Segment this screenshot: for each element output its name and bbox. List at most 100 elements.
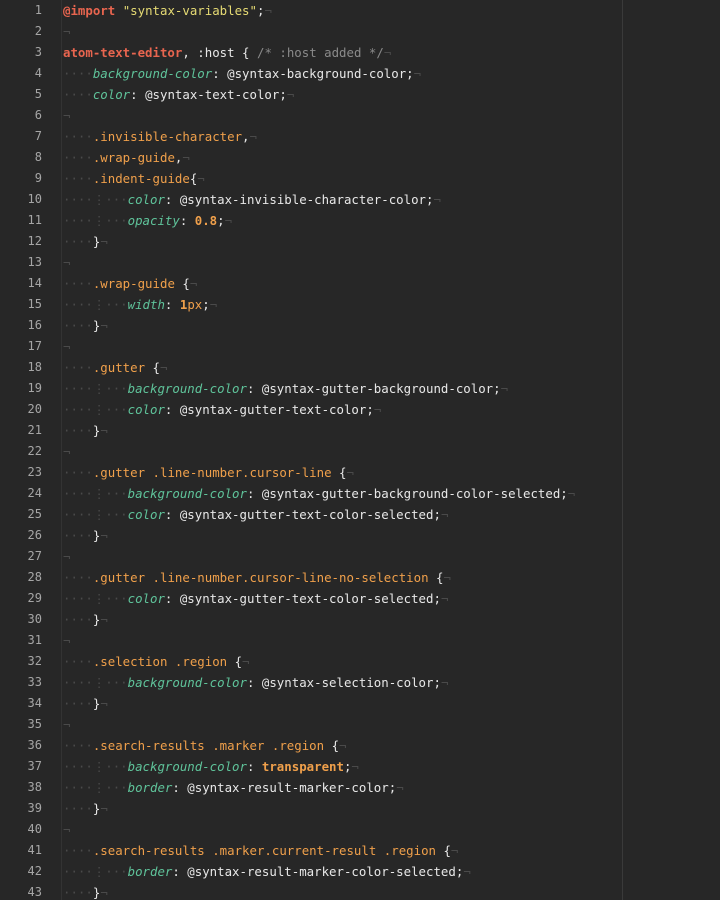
code-line[interactable]: 6 ¬ xyxy=(0,105,720,126)
line-code[interactable]: ····.selection .region {¬ xyxy=(63,651,250,672)
text-editor[interactable]: 1 @import "syntax-variables";¬ 2 ¬ 3 atom-tex… xyxy=(0,0,720,900)
line-code[interactable]: @import "syntax-variables";¬ xyxy=(63,0,272,21)
code-line[interactable]: 4 ····background-color: @syntax-backgroun… xyxy=(0,63,720,84)
line-code[interactable]: ····}¬ xyxy=(63,798,108,819)
line-code[interactable]: ····⋮···color: @syntax-gutter-text-color… xyxy=(63,588,448,609)
line-number[interactable]: 15 xyxy=(0,294,42,315)
line-number[interactable]: 34 xyxy=(0,693,42,714)
line-code[interactable]: ····.gutter {¬ xyxy=(63,357,167,378)
line-number[interactable]: 1 xyxy=(0,0,42,21)
line-number[interactable]: 14 xyxy=(0,273,42,294)
line-number[interactable]: 21 xyxy=(0,420,42,441)
line-code[interactable]: ····.wrap-guide {¬ xyxy=(63,273,197,294)
line-number[interactable]: 30 xyxy=(0,609,42,630)
code-line[interactable]: 43 ····}¬ xyxy=(0,882,720,900)
code-line[interactable]: 37 ····⋮···background-color: transparent;… xyxy=(0,756,720,777)
line-number[interactable]: 3 xyxy=(0,42,42,63)
code-line[interactable]: 9 ····.indent-guide{¬ xyxy=(0,168,720,189)
line-code[interactable]: ····.gutter .line-number.cursor-line-no-… xyxy=(63,567,451,588)
code-line[interactable]: 25 ····⋮···color: @syntax-gutter-text-col… xyxy=(0,504,720,525)
code-line[interactable]: 33 ····⋮···background-color: @syntax-sele… xyxy=(0,672,720,693)
line-code[interactable]: ¬ xyxy=(63,21,70,42)
line-number[interactable]: 37 xyxy=(0,756,42,777)
line-number[interactable]: 36 xyxy=(0,735,42,756)
line-code[interactable]: ····⋮···background-color: transparent;¬ xyxy=(63,756,359,777)
code-line[interactable]: 32 ····.selection .region {¬ xyxy=(0,651,720,672)
line-code[interactable]: ¬ xyxy=(63,105,70,126)
code-line[interactable]: 11 ····⋮···opacity: 0.8;¬ xyxy=(0,210,720,231)
line-number[interactable]: 2 xyxy=(0,21,42,42)
line-code[interactable]: atom-text-editor, :host { /* :host added… xyxy=(63,42,391,63)
line-number[interactable]: 12 xyxy=(0,231,42,252)
line-code[interactable]: ····.indent-guide{¬ xyxy=(63,168,205,189)
line-number[interactable]: 5 xyxy=(0,84,42,105)
line-number[interactable]: 35 xyxy=(0,714,42,735)
line-code[interactable]: ····⋮···opacity: 0.8;¬ xyxy=(63,210,232,231)
line-number[interactable]: 19 xyxy=(0,378,42,399)
code-line[interactable]: 36 ····.search-results .marker .region {¬ xyxy=(0,735,720,756)
line-code[interactable]: ····}¬ xyxy=(63,420,108,441)
line-number[interactable]: 31 xyxy=(0,630,42,651)
line-code[interactable]: ····⋮···background-color: @syntax-select… xyxy=(63,672,448,693)
line-code[interactable]: ¬ xyxy=(63,819,70,840)
line-code[interactable]: ····⋮···width: 1px;¬ xyxy=(63,294,217,315)
line-number[interactable]: 20 xyxy=(0,399,42,420)
code-line[interactable]: 27 ¬ xyxy=(0,546,720,567)
code-line[interactable]: 19 ····⋮···background-color: @syntax-gutt… xyxy=(0,378,720,399)
code-line[interactable]: 31 ¬ xyxy=(0,630,720,651)
code-line[interactable]: 14 ····.wrap-guide {¬ xyxy=(0,273,720,294)
code-line[interactable]: 5 ····color: @syntax-text-color;¬ xyxy=(0,84,720,105)
code-line[interactable]: 17 ¬ xyxy=(0,336,720,357)
line-number[interactable]: 26 xyxy=(0,525,42,546)
code-line[interactable]: 12 ····}¬ xyxy=(0,231,720,252)
line-code[interactable]: ¬ xyxy=(63,252,70,273)
line-code[interactable]: ····}¬ xyxy=(63,525,108,546)
line-number[interactable]: 22 xyxy=(0,441,42,462)
line-code[interactable]: ····}¬ xyxy=(63,882,108,900)
code-line[interactable]: 23 ····.gutter .line-number.cursor-line {… xyxy=(0,462,720,483)
line-code[interactable]: ····⋮···border: @syntax-result-marker-co… xyxy=(63,777,404,798)
line-number[interactable]: 32 xyxy=(0,651,42,672)
line-code[interactable]: ····⋮···border: @syntax-result-marker-co… xyxy=(63,861,471,882)
line-code[interactable]: ····.search-results .marker.current-resu… xyxy=(63,840,458,861)
line-number[interactable]: 13 xyxy=(0,252,42,273)
line-number[interactable]: 25 xyxy=(0,504,42,525)
line-number[interactable]: 23 xyxy=(0,462,42,483)
line-number[interactable]: 40 xyxy=(0,819,42,840)
code-line[interactable]: 39 ····}¬ xyxy=(0,798,720,819)
code-lines[interactable]: 1 @import "syntax-variables";¬ 2 ¬ 3 atom-tex… xyxy=(0,0,720,900)
line-code[interactable]: ····.wrap-guide,¬ xyxy=(63,147,190,168)
code-line[interactable]: 28 ····.gutter .line-number.cursor-line-n… xyxy=(0,567,720,588)
line-number[interactable]: 42 xyxy=(0,861,42,882)
code-line[interactable]: 34 ····}¬ xyxy=(0,693,720,714)
code-line[interactable]: 41 ····.search-results .marker.current-re… xyxy=(0,840,720,861)
line-number[interactable]: 11 xyxy=(0,210,42,231)
code-line[interactable]: 30 ····}¬ xyxy=(0,609,720,630)
line-number[interactable]: 43 xyxy=(0,882,42,900)
line-code[interactable]: ····⋮···color: @syntax-invisible-charact… xyxy=(63,189,441,210)
line-number[interactable]: 16 xyxy=(0,315,42,336)
line-code[interactable]: ····.gutter .line-number.cursor-line {¬ xyxy=(63,462,354,483)
code-line[interactable]: 42 ····⋮···border: @syntax-result-marker-… xyxy=(0,861,720,882)
code-line[interactable]: 8 ····.wrap-guide,¬ xyxy=(0,147,720,168)
line-number[interactable]: 38 xyxy=(0,777,42,798)
line-code[interactable]: ····background-color: @syntax-background… xyxy=(63,63,421,84)
line-code[interactable]: ····}¬ xyxy=(63,231,108,252)
line-number[interactable]: 39 xyxy=(0,798,42,819)
code-line[interactable]: 3 atom-text-editor, :host { /* :host adde… xyxy=(0,42,720,63)
code-line[interactable]: 10 ····⋮···color: @syntax-invisible-chara… xyxy=(0,189,720,210)
line-number[interactable]: 9 xyxy=(0,168,42,189)
code-line[interactable]: 20 ····⋮···color: @syntax-gutter-text-col… xyxy=(0,399,720,420)
code-line[interactable]: 1 @import "syntax-variables";¬ xyxy=(0,0,720,21)
code-line[interactable]: 24 ····⋮···background-color: @syntax-gutt… xyxy=(0,483,720,504)
line-code[interactable]: ····⋮···color: @syntax-gutter-text-color… xyxy=(63,504,448,525)
line-number[interactable]: 7 xyxy=(0,126,42,147)
line-code[interactable]: ····}¬ xyxy=(63,609,108,630)
line-code[interactable]: ····}¬ xyxy=(63,315,108,336)
code-line[interactable]: 40 ¬ xyxy=(0,819,720,840)
line-number[interactable]: 18 xyxy=(0,357,42,378)
code-line[interactable]: 26 ····}¬ xyxy=(0,525,720,546)
line-code[interactable]: ····⋮···color: @syntax-gutter-text-color… xyxy=(63,399,381,420)
code-line[interactable]: 21 ····}¬ xyxy=(0,420,720,441)
code-line[interactable]: 38 ····⋮···border: @syntax-result-marker-… xyxy=(0,777,720,798)
